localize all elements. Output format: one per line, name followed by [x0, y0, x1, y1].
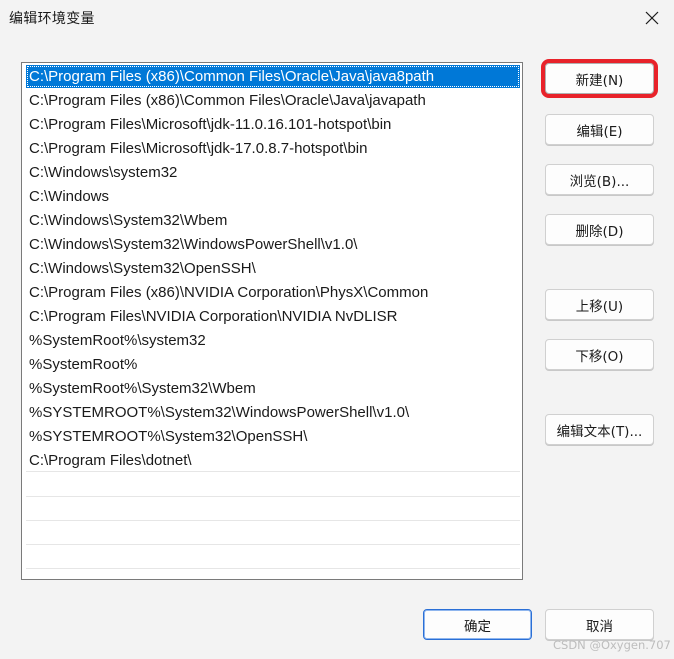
edit-text-button[interactable]: 编辑文本(T)...: [545, 414, 654, 445]
list-item[interactable]: C:\Windows: [26, 185, 520, 208]
list-item[interactable]: C:\Program Files\NVIDIA Corporation\NVID…: [26, 305, 520, 328]
path-list[interactable]: C:\Program Files (x86)\Common Files\Orac…: [21, 62, 523, 580]
empty-list-row[interactable]: [26, 497, 520, 521]
list-item[interactable]: C:\Windows\system32: [26, 161, 520, 184]
list-item[interactable]: C:\Windows\System32\WindowsPowerShell\v1…: [26, 233, 520, 256]
close-icon: [645, 11, 659, 25]
list-item[interactable]: C:\Program Files\Microsoft\jdk-11.0.16.1…: [26, 113, 520, 136]
list-item[interactable]: %SystemRoot%: [26, 353, 520, 376]
new-button[interactable]: 新建(N): [541, 59, 658, 98]
empty-list-row[interactable]: [26, 521, 520, 545]
browse-button[interactable]: 浏览(B)...: [545, 164, 654, 195]
cancel-button[interactable]: 取消: [545, 609, 654, 640]
edit-button[interactable]: 编辑(E): [545, 114, 654, 145]
close-button[interactable]: [638, 4, 666, 32]
move-up-button[interactable]: 上移(U): [545, 289, 654, 320]
empty-list-row[interactable]: [26, 473, 520, 497]
list-item[interactable]: %SYSTEMROOT%\System32\WindowsPowerShell\…: [26, 401, 520, 424]
move-down-button[interactable]: 下移(O): [545, 339, 654, 370]
delete-button[interactable]: 删除(D): [545, 214, 654, 245]
list-item[interactable]: %SYSTEMROOT%\System32\OpenSSH\: [26, 425, 520, 448]
list-item[interactable]: C:\Program Files (x86)\Common Files\Orac…: [26, 65, 520, 88]
list-item[interactable]: %SystemRoot%\system32: [26, 329, 520, 352]
list-item[interactable]: C:\Program Files (x86)\NVIDIA Corporatio…: [26, 281, 520, 304]
empty-list-row[interactable]: [26, 545, 520, 569]
edit-environment-variable-dialog: 编辑环境变量 C:\Program Files (x86)\Common Fil…: [0, 0, 674, 659]
list-item[interactable]: %SystemRoot%\System32\Wbem: [26, 377, 520, 400]
list-item[interactable]: C:\Windows\System32\Wbem: [26, 209, 520, 232]
watermark: CSDN @Oxygen.707: [553, 638, 671, 652]
list-item[interactable]: C:\Program Files\dotnet\: [26, 449, 520, 472]
dialog-title: 编辑环境变量: [9, 11, 95, 27]
list-item[interactable]: C:\Program Files (x86)\Common Files\Orac…: [26, 89, 520, 112]
list-item[interactable]: C:\Program Files\Microsoft\jdk-17.0.8.7-…: [26, 137, 520, 160]
ok-button[interactable]: 确定: [423, 609, 532, 640]
list-item[interactable]: C:\Windows\System32\OpenSSH\: [26, 257, 520, 280]
